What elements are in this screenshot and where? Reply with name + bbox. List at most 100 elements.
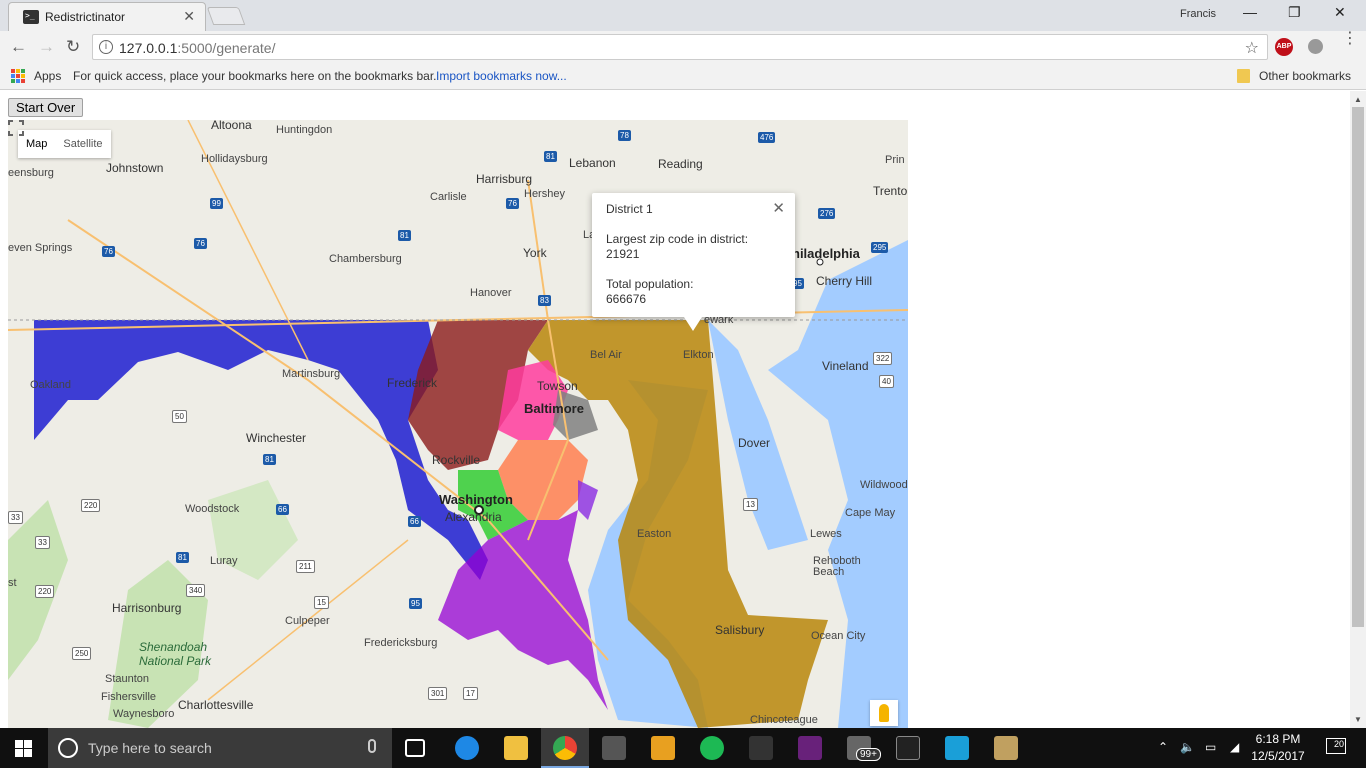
label-lebanon: Lebanon [569, 156, 616, 170]
scroll-up-icon[interactable]: ▲ [1354, 95, 1362, 104]
app-icon[interactable] [651, 736, 675, 760]
new-tab-button[interactable] [206, 7, 246, 25]
other-bookmarks[interactable]: Other bookmarks [1259, 69, 1351, 83]
address-bar[interactable]: i 127.0.0.1:5000/generate/ ☆ [92, 34, 1268, 60]
close-window-button[interactable]: ✕ [1334, 4, 1346, 21]
bookmarks-hint: For quick access, place your bookmarks h… [73, 69, 437, 83]
import-bookmarks-link[interactable]: Import bookmarks now... [436, 69, 567, 83]
interstate-76-shield: 76 [506, 198, 519, 209]
label-hershey: Hershey [524, 188, 565, 200]
district-4[interactable] [578, 480, 598, 520]
folder-icon [1237, 69, 1250, 83]
apps-link[interactable]: Apps [34, 69, 61, 83]
interstate-81-shield: 81 [544, 151, 557, 162]
us-50-shield: 50 [172, 410, 187, 423]
us-220-shield: 220 [81, 499, 101, 512]
browser-tab[interactable]: Redistrictinator ✕ [8, 2, 206, 31]
minimize-button[interactable]: — [1243, 4, 1257, 20]
google-map[interactable]: Altoona Huntingdon Hollidaysburg Johnsto… [8, 120, 908, 728]
zip-value: 21921 [606, 247, 640, 261]
bookmark-star-icon[interactable]: ☆ [1245, 38, 1259, 58]
us-40-shield: 40 [879, 375, 894, 388]
back-icon[interactable]: ← [10, 37, 27, 57]
forward-icon[interactable]: → [38, 37, 55, 57]
clock-time: 6:18 PM [1255, 732, 1301, 746]
map-type-control: Map Satellite [18, 130, 111, 158]
label-altoona: Altoona [211, 120, 252, 132]
interstate-476-shield: 476 [758, 132, 776, 143]
label-shenandoah-national-park: Shenandoah National Park [139, 640, 212, 668]
browser-toolbar: ← → ↻ i 127.0.0.1:5000/generate/ ☆ ABP ⋮ [0, 31, 1366, 63]
spotify-icon[interactable] [700, 736, 724, 760]
edge-icon[interactable] [455, 736, 479, 760]
scrollbar-thumb[interactable] [1352, 107, 1364, 627]
label-ocean-city: Ocean City [811, 630, 866, 642]
label-easton: Easton [637, 528, 672, 540]
scroll-down-icon[interactable]: ▼ [1354, 715, 1362, 724]
interstate-295-shield: 295 [871, 242, 889, 253]
interstate-81-shield-2: 81 [398, 230, 411, 241]
label-hollidaysburg: Hollidaysburg [201, 153, 268, 165]
volume-icon[interactable]: 🔈 [1180, 740, 1195, 754]
map-type-satellite-button[interactable]: Satellite [55, 130, 110, 158]
start-over-button[interactable]: Start Over [8, 98, 84, 117]
us-250-shield: 250 [72, 647, 92, 660]
label-wildwood: Wildwood [860, 479, 908, 491]
adblock-plus-icon[interactable]: ABP [1275, 38, 1293, 56]
interstate-76-shield-3: 76 [102, 246, 115, 257]
street-view-pegman-icon[interactable] [870, 700, 898, 726]
district-info-window: ✕ District 1 Largest zip code in distric… [592, 193, 795, 331]
bookmarks-bar: Apps For quick access, place your bookma… [0, 63, 1366, 90]
paint-icon[interactable] [994, 736, 1018, 760]
label-bel-air: Bel Air [590, 349, 622, 361]
label-elkton: Elkton [683, 349, 714, 361]
label-st: st [8, 577, 17, 589]
taskbar-search[interactable]: Type here to search [48, 728, 392, 768]
label-fredericksburg: Fredericksburg [364, 637, 438, 649]
restore-button[interactable]: ❐ [1288, 4, 1301, 21]
page-scrollbar[interactable]: ▲ ▼ [1350, 91, 1366, 728]
us-33-shield-2: 33 [8, 511, 23, 524]
app-icon-2[interactable] [945, 736, 969, 760]
label-philadelphia: hiladelphia [792, 246, 860, 261]
profile-name[interactable]: Francis [1180, 8, 1216, 20]
task-view-icon[interactable] [405, 739, 425, 757]
title-bar: Redistrictinator ✕ Francis — ❐ ✕ [0, 0, 1366, 31]
microphone-icon[interactable] [368, 739, 376, 753]
store-icon[interactable] [602, 736, 626, 760]
info-window-title: District 1 [606, 202, 653, 216]
windows-start-icon[interactable] [15, 740, 32, 757]
url-text[interactable]: 127.0.0.1:5000/generate/ [119, 40, 275, 56]
apps-grid-icon[interactable] [11, 69, 25, 83]
info-window-close-icon[interactable]: ✕ [772, 199, 785, 217]
battery-icon[interactable]: ▭ [1205, 740, 1216, 754]
fullscreen-icon[interactable] [8, 120, 24, 136]
file-explorer-icon[interactable] [504, 736, 528, 760]
chrome-menu-icon[interactable]: ⋮ [1342, 31, 1358, 47]
reload-icon[interactable]: ↻ [66, 37, 80, 57]
amazon-icon[interactable] [749, 736, 773, 760]
label-harrisonburg: Harrisonburg [112, 601, 182, 615]
label-washington: Washington [439, 492, 513, 507]
url-host: 127.0.0.1 [119, 40, 178, 56]
terminal-icon[interactable] [896, 736, 920, 760]
extension-icon[interactable] [1308, 39, 1323, 54]
system-clock[interactable]: 6:18 PM 12/5/2017 [1238, 731, 1318, 765]
label-chambersburg: Chambersburg [329, 253, 402, 265]
site-info-icon[interactable]: i [99, 40, 113, 54]
label-woodstock: Woodstock [185, 503, 240, 515]
population-label: Total population: [606, 277, 694, 291]
chrome-icon[interactable] [553, 736, 577, 760]
tab-close-icon[interactable]: ✕ [183, 8, 195, 25]
action-center-icon[interactable]: 20 [1326, 738, 1346, 754]
interstate-95-shield-2: 95 [409, 598, 422, 609]
url-path: :5000/generate/ [177, 40, 276, 56]
label-oakland: Oakland [30, 379, 71, 391]
us-13-shield: 13 [743, 498, 758, 511]
interstate-81-shield-4: 81 [176, 552, 189, 563]
visual-studio-icon[interactable] [798, 736, 822, 760]
search-placeholder: Type here to search [88, 740, 212, 756]
interstate-66-shield-2: 66 [408, 516, 421, 527]
tray-up-arrow-icon[interactable]: ⌃ [1158, 740, 1168, 754]
us-301-shield: 301 [428, 687, 448, 700]
